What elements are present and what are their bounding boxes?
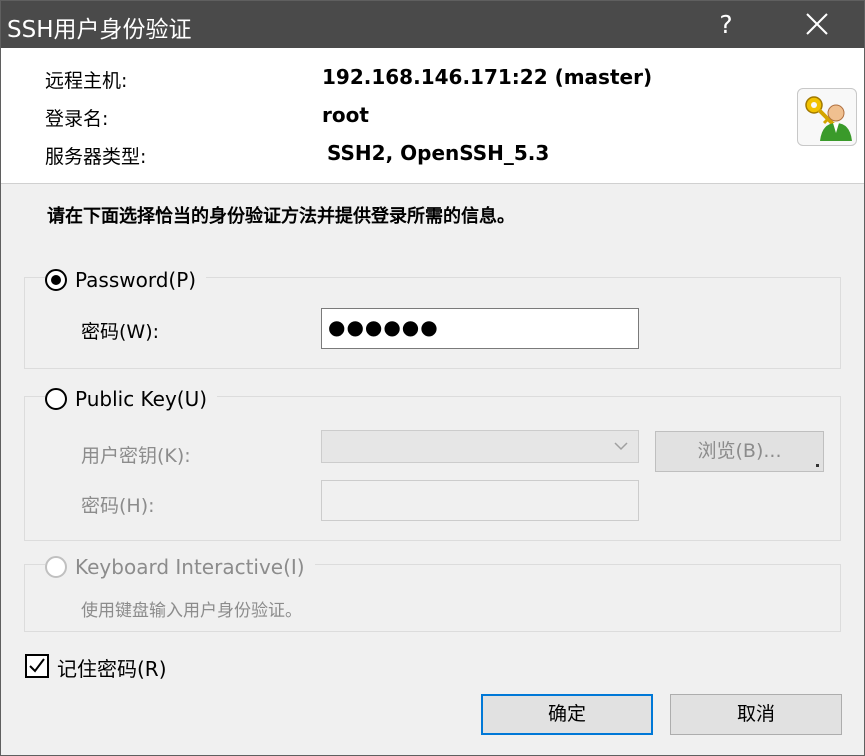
- public-key-radio-option[interactable]: Public Key(U): [45, 387, 218, 411]
- user-key-label: 用户密钥(K):: [81, 445, 191, 467]
- user-key-select[interactable]: [321, 430, 639, 463]
- public-key-radio-label: Public Key(U): [75, 387, 208, 411]
- browse-dropdown-dot: [816, 464, 819, 467]
- cancel-button[interactable]: 取消: [670, 694, 842, 735]
- browse-button-label: 浏览(B)...: [697, 440, 782, 462]
- password-radio-label: Password(P): [75, 268, 197, 292]
- user-key-icon: [797, 88, 857, 146]
- password-radio-option[interactable]: Password(P): [45, 268, 207, 292]
- remote-host-value: 192.168.146.171:22 (master): [322, 65, 653, 89]
- password-value: ●●●●●●: [328, 315, 439, 339]
- public-key-radio[interactable]: [45, 388, 67, 410]
- instruction-text: 请在下面选择恰当的身份验证方法并提供登录所需的信息。: [47, 206, 515, 227]
- remote-host-label: 远程主机:: [45, 70, 128, 92]
- remember-password-checkbox[interactable]: [25, 654, 49, 678]
- passphrase-input[interactable]: [321, 480, 639, 521]
- ssh-auth-dialog: SSH用户身份验证 ? 远程主机: 192.168.146.171:22 (ma…: [0, 0, 865, 756]
- keyboard-interactive-description: 使用键盘输入用户身份验证。: [81, 601, 302, 621]
- passphrase-label: 密码(H):: [81, 495, 155, 517]
- connection-info-panel: 远程主机: 192.168.146.171:22 (master) 登录名: r…: [1, 48, 864, 184]
- close-icon: [806, 13, 828, 35]
- keyboard-interactive-radio-option[interactable]: Keyboard Interactive(I): [45, 555, 315, 579]
- ok-button[interactable]: 确定: [481, 694, 653, 735]
- login-name-label: 登录名:: [45, 108, 109, 130]
- login-name-value: root: [322, 103, 369, 127]
- checkmark-icon: [29, 658, 45, 673]
- title-bar[interactable]: SSH用户身份验证 ?: [1, 1, 864, 48]
- remember-password-label: 记住密码(R): [57, 657, 167, 681]
- window-title: SSH用户身份验证: [7, 17, 192, 43]
- close-button[interactable]: [791, 1, 843, 48]
- password-input[interactable]: ●●●●●●: [321, 308, 639, 349]
- chevron-down-icon: [614, 442, 628, 451]
- browse-button[interactable]: 浏览(B)...: [655, 431, 824, 472]
- keyboard-interactive-radio[interactable]: [45, 556, 67, 578]
- password-field-label: 密码(W):: [81, 321, 160, 343]
- server-type-value: SSH2, OpenSSH_5.3: [327, 141, 550, 165]
- server-type-label: 服务器类型:: [45, 146, 147, 168]
- password-radio[interactable]: [45, 269, 67, 291]
- keyboard-interactive-radio-label: Keyboard Interactive(I): [75, 555, 305, 579]
- help-button[interactable]: ?: [701, 1, 751, 48]
